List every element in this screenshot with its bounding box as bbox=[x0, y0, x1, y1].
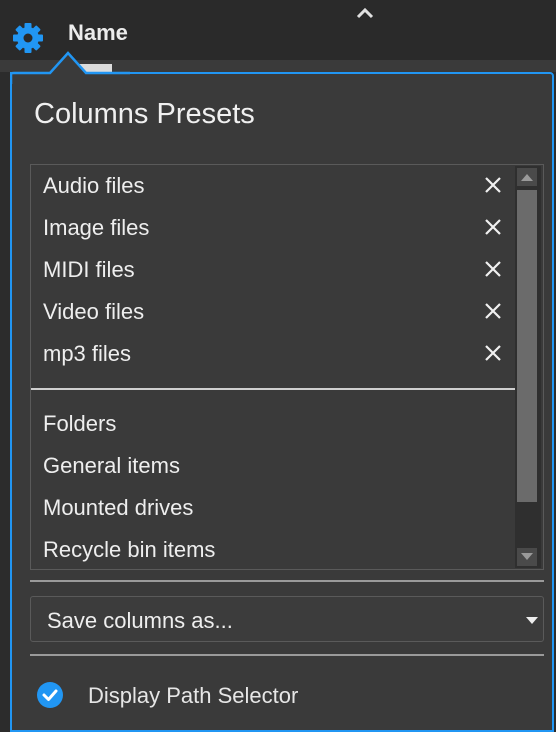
list-scrollbar[interactable] bbox=[515, 166, 541, 568]
close-icon[interactable] bbox=[483, 259, 503, 279]
popup-notch bbox=[10, 51, 130, 84]
list-item[interactable]: Mounted drives bbox=[43, 495, 193, 521]
scroll-down-icon[interactable] bbox=[517, 548, 537, 566]
scroll-up-icon[interactable] bbox=[517, 168, 537, 186]
list-divider bbox=[31, 388, 515, 390]
columns-presets-popup: Columns Presets Audio files Image files … bbox=[10, 51, 554, 732]
chevron-up-icon[interactable] bbox=[353, 4, 377, 22]
close-icon[interactable] bbox=[483, 343, 503, 363]
section-divider bbox=[30, 580, 544, 582]
list-item[interactable]: Audio files bbox=[43, 173, 145, 199]
section-divider bbox=[30, 654, 544, 656]
check-circle-icon[interactable] bbox=[36, 681, 64, 709]
close-icon[interactable] bbox=[483, 217, 503, 237]
list-item[interactable]: MIDI files bbox=[43, 257, 135, 283]
list-item[interactable]: Folders bbox=[43, 411, 116, 437]
list-item[interactable]: Recycle bin items bbox=[43, 537, 215, 563]
popup-title: Columns Presets bbox=[34, 98, 255, 130]
caret-down-icon bbox=[526, 617, 538, 624]
display-path-selector-toggle[interactable]: Display Path Selector bbox=[36, 677, 436, 713]
close-icon[interactable] bbox=[483, 301, 503, 321]
save-columns-label: Save columns as... bbox=[47, 608, 233, 633]
close-icon[interactable] bbox=[483, 175, 503, 195]
presets-list: Audio files Image files MIDI files Video… bbox=[30, 164, 544, 570]
list-item[interactable]: Image files bbox=[43, 215, 149, 241]
save-columns-dropdown[interactable]: Save columns as... bbox=[30, 596, 544, 642]
scrollbar-thumb[interactable] bbox=[517, 190, 537, 502]
list-item[interactable]: mp3 files bbox=[43, 341, 131, 367]
name-column-header[interactable]: Name bbox=[68, 20, 128, 46]
list-item[interactable]: General items bbox=[43, 453, 180, 479]
list-item[interactable]: Video files bbox=[43, 299, 144, 325]
display-path-selector-label: Display Path Selector bbox=[88, 683, 299, 708]
